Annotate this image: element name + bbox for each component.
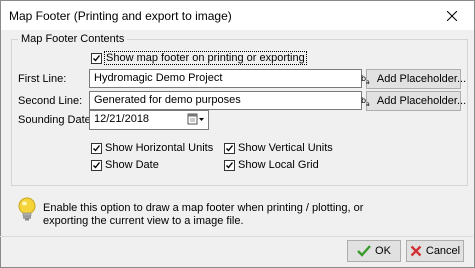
group-title: Map Footer Contents [18, 33, 128, 45]
sounding-date-picker[interactable]: 12/21/2018 [89, 110, 209, 130]
checkbox-box[interactable] [91, 159, 102, 171]
lightbulb-icon [16, 197, 38, 226]
ok-button[interactable]: OK [347, 240, 401, 262]
calendar-dropdown-icon[interactable] [187, 113, 205, 125]
show-local-grid-label: Show Local Grid [238, 159, 319, 171]
svg-text:a: a [366, 79, 370, 85]
show-date-checkbox[interactable]: Show Date [91, 159, 159, 171]
checkbox-box[interactable] [224, 142, 235, 154]
ok-label: OK [375, 245, 391, 257]
check-icon [357, 245, 371, 257]
show-footer-label: Show map footer on printing or exporting [104, 51, 307, 65]
checkbox-box[interactable] [224, 159, 235, 171]
add-placeholder-label: Add Placeholder... [376, 73, 467, 85]
show-horizontal-units-checkbox[interactable]: Show Horizontal Units [91, 142, 213, 154]
svg-text:a: a [366, 101, 370, 107]
first-line-input[interactable]: Hydromagic Demo Project [89, 69, 362, 88]
window-title: Map Footer (Printing and export to image… [9, 9, 232, 23]
close-icon [447, 10, 457, 21]
checkmark-icon [226, 144, 234, 152]
show-vertical-units-checkbox[interactable]: Show Vertical Units [224, 142, 333, 154]
checkmark-icon [93, 54, 101, 62]
show-vertical-units-label: Show Vertical Units [238, 142, 333, 154]
cancel-x-icon [410, 245, 422, 257]
first-line-add-placeholder-button[interactable]: b a Add Placeholder... [361, 69, 466, 89]
show-horizontal-units-label: Show Horizontal Units [105, 142, 214, 154]
checkmark-icon [93, 161, 101, 169]
second-line-input[interactable]: Generated for demo purposes [89, 91, 362, 110]
checkmark-icon [226, 161, 234, 169]
placeholder-icon: b a [361, 74, 370, 85]
checkbox-box[interactable] [91, 52, 102, 64]
title-bar: Map Footer (Printing and export to image… [1, 1, 474, 30]
sounding-date-value: 12/21/2018 [94, 113, 150, 125]
checkbox-box[interactable] [91, 142, 102, 154]
info-line-1: Enable this option to draw a map footer … [43, 202, 364, 214]
sounding-date-label: Sounding Date: [18, 114, 94, 126]
cancel-button[interactable]: Cancel [406, 240, 464, 262]
first-line-label: First Line: [18, 73, 67, 85]
second-line-label: Second Line: [18, 95, 83, 107]
second-line-add-placeholder-button[interactable]: b a Add Placeholder... [361, 91, 466, 111]
show-date-label: Show Date [105, 159, 159, 171]
info-line-2: exporting the current view to a image fi… [43, 215, 244, 227]
footer-divider [0, 236, 473, 237]
checkmark-icon [93, 144, 101, 152]
add-placeholder-label: Add Placeholder... [376, 95, 467, 107]
info-text: Enable this option to draw a map footer … [43, 202, 363, 228]
close-button[interactable] [430, 1, 474, 30]
show-footer-checkbox[interactable]: Show map footer on printing or exporting [91, 51, 307, 65]
placeholder-icon: b a [361, 96, 370, 107]
show-local-grid-checkbox[interactable]: Show Local Grid [224, 159, 319, 171]
cancel-label: Cancel [425, 245, 461, 257]
